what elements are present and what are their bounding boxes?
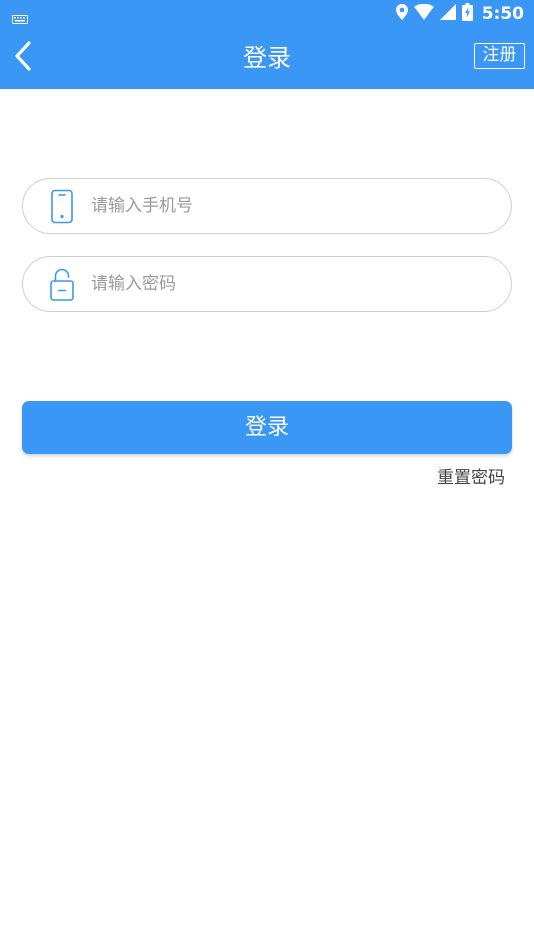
app-bar: 登录 注册 — [0, 28, 534, 89]
status-icons: 5:50 — [395, 3, 524, 25]
login-button[interactable]: 登录 — [22, 401, 512, 454]
reset-password-link[interactable]: 重置密码 — [437, 466, 505, 490]
lock-icon — [49, 267, 75, 303]
page-title: 登录 — [243, 44, 291, 72]
header: 5:50 登录 注册 — [0, 0, 534, 89]
phone-input[interactable] — [91, 179, 491, 232]
location-icon — [395, 4, 408, 24]
battery-icon — [461, 3, 473, 25]
status-time: 5:50 — [481, 4, 524, 24]
signal-icon — [439, 4, 456, 24]
wifi-icon — [413, 3, 434, 24]
password-field[interactable] — [22, 256, 512, 312]
phone-field[interactable] — [22, 178, 512, 234]
register-button[interactable]: 注册 — [474, 43, 525, 69]
keyboard-icon — [12, 9, 28, 28]
phone-icon — [49, 189, 75, 225]
login-screen: 5:50 登录 注册 请输入手机号 登录 重置密码 — [0, 0, 534, 950]
status-bar: 5:50 — [0, 0, 534, 28]
password-input[interactable] — [91, 257, 491, 310]
